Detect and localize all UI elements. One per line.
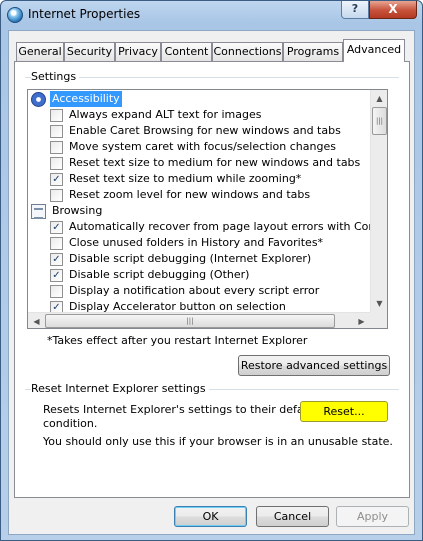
title-bar[interactable]: Internet Properties ? X — [1, 1, 422, 29]
horizontal-scrollbar[interactable]: ◀ ||| ▶ — [28, 312, 370, 328]
tab-general[interactable]: General — [16, 42, 64, 61]
internet-explorer-icon — [7, 7, 23, 23]
tab-content[interactable]: Content — [161, 42, 212, 61]
setting-option-label: Disable script debugging (Other) — [69, 268, 250, 281]
tab-connections[interactable]: Connections — [212, 42, 283, 61]
checkbox-unchecked[interactable] — [50, 141, 63, 154]
checkbox-checked[interactable]: ✓ — [50, 253, 63, 266]
setting-option[interactable]: Enable Caret Browsing for new windows an… — [28, 123, 370, 139]
scroll-up-button[interactable]: ▲ — [371, 90, 387, 107]
settings-list[interactable]: Accessibility Always expand ALT text for … — [27, 89, 388, 329]
setting-option[interactable]: Always expand ALT text for images — [28, 107, 370, 123]
setting-option[interactable]: ✓ Disable script debugging (Internet Expl… — [28, 251, 370, 267]
checkbox-unchecked[interactable] — [50, 285, 63, 298]
scroll-right-button[interactable]: ▶ — [353, 313, 370, 328]
setting-option-label: Move system caret with focus/selection c… — [69, 140, 336, 153]
reset-description-line2: condition. — [43, 417, 98, 430]
scrollbar-corner — [370, 312, 387, 328]
dialog-client-area: General Security Privacy Content Connect… — [8, 30, 415, 535]
setting-option-label: Display a notification about every scrip… — [69, 284, 320, 297]
reset-warning: You should only use this if your browser… — [43, 435, 393, 448]
apply-button[interactable]: Apply — [336, 506, 409, 527]
category-browsing[interactable]: Browsing — [28, 203, 370, 219]
window-title: Internet Properties — [28, 7, 141, 21]
setting-option[interactable]: ✓ Display Accelerator button on selection — [28, 299, 370, 312]
category-accessibility[interactable]: Accessibility — [28, 91, 370, 107]
setting-option[interactable]: ✓ Automatically recover from page layout … — [28, 219, 370, 235]
vertical-scroll-thumb[interactable]: ||| — [372, 107, 387, 135]
help-button[interactable]: ? — [341, 1, 369, 19]
vertical-scrollbar[interactable]: ▲ ||| ▼ — [370, 90, 387, 312]
checkbox-unchecked[interactable] — [50, 125, 63, 138]
reset-group-label: Reset Internet Explorer settings — [31, 382, 209, 395]
settings-group-line — [25, 77, 399, 78]
setting-option[interactable]: Reset text size to medium for new window… — [28, 155, 370, 171]
restore-advanced-settings-button[interactable]: Restore advanced settings — [238, 355, 390, 376]
checkbox-checked[interactable]: ✓ — [50, 221, 63, 234]
category-label: Accessibility — [50, 91, 122, 107]
reset-button[interactable]: Reset... — [300, 401, 388, 422]
restart-note: *Takes effect after you restart Internet… — [47, 334, 308, 347]
category-label: Browsing — [52, 204, 103, 217]
setting-option-label: Reset text size to medium for new window… — [69, 156, 361, 169]
tab-strip: General Security Privacy Content Connect… — [16, 39, 411, 62]
setting-option[interactable]: Reset zoom level for new windows and tab… — [28, 187, 370, 203]
checkbox-checked[interactable]: ✓ — [50, 269, 63, 282]
settings-tree[interactable]: Accessibility Always expand ALT text for … — [28, 90, 370, 312]
setting-option-label: Display Accelerator button on selection — [69, 300, 286, 312]
browsing-icon — [31, 204, 46, 219]
close-button[interactable]: X — [369, 1, 417, 19]
reset-description-line1: Resets Internet Explorer's settings to t… — [43, 403, 318, 416]
tab-programs[interactable]: Programs — [283, 42, 343, 61]
setting-option[interactable]: ✓ Reset text size to medium while zooming… — [28, 171, 370, 187]
scroll-down-button[interactable]: ▼ — [371, 295, 387, 312]
setting-option-label: Automatically recover from page layout e… — [69, 220, 370, 233]
checkbox-unchecked[interactable] — [50, 237, 63, 250]
setting-option-label: Close unused folders in History and Favo… — [69, 236, 324, 249]
setting-option-label: Always expand ALT text for images — [69, 108, 262, 121]
checkbox-unchecked[interactable] — [50, 189, 63, 202]
tab-advanced[interactable]: Advanced — [343, 39, 405, 62]
setting-option-label: Reset zoom level for new windows and tab… — [69, 188, 311, 201]
checkbox-checked[interactable]: ✓ — [50, 301, 63, 312]
checkbox-unchecked[interactable] — [50, 157, 63, 170]
accessibility-icon — [31, 92, 46, 107]
internet-properties-window: Internet Properties ? X General Security… — [0, 0, 423, 541]
checkbox-checked[interactable]: ✓ — [50, 173, 63, 186]
setting-option[interactable]: Close unused folders in History and Favo… — [28, 235, 370, 251]
cancel-button[interactable]: Cancel — [256, 506, 329, 527]
advanced-tab-panel: Settings Accessibility Always expand ALT … — [14, 61, 410, 498]
settings-group-label: Settings — [31, 70, 80, 83]
setting-option[interactable]: ✓ Disable script debugging (Other) — [28, 267, 370, 283]
checkbox-unchecked[interactable] — [50, 109, 63, 122]
horizontal-scroll-thumb[interactable]: ||| — [45, 314, 335, 328]
setting-option-label: Reset text size to medium while zooming* — [69, 172, 302, 185]
tab-privacy[interactable]: Privacy — [115, 42, 161, 61]
setting-option[interactable]: Move system caret with focus/selection c… — [28, 139, 370, 155]
ok-button[interactable]: OK — [174, 506, 247, 527]
scroll-left-button[interactable]: ◀ — [28, 313, 45, 328]
tab-security[interactable]: Security — [64, 42, 115, 61]
setting-option-label: Enable Caret Browsing for new windows an… — [69, 124, 341, 137]
setting-option-label: Disable script debugging (Internet Explo… — [69, 252, 312, 265]
setting-option[interactable]: Display a notification about every scrip… — [28, 283, 370, 299]
